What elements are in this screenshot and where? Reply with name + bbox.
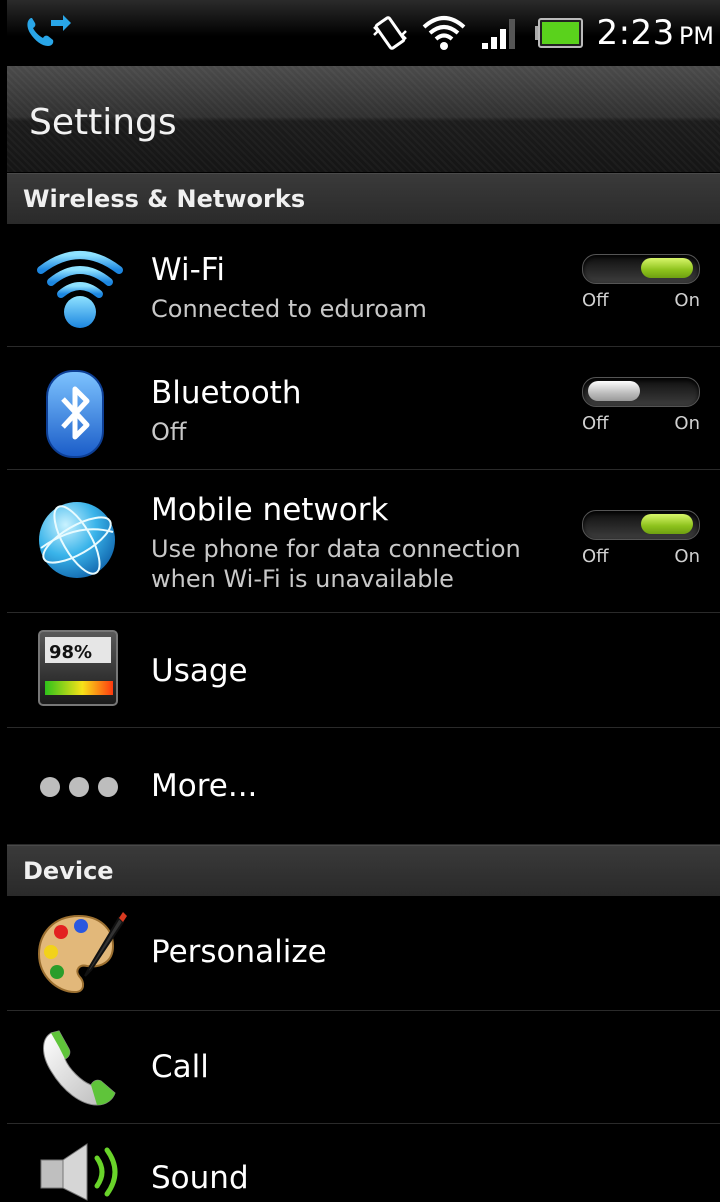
call-label: Call xyxy=(151,1049,209,1085)
vibrate-icon xyxy=(373,16,408,50)
cell-signal-icon xyxy=(482,19,516,49)
wifi-toggle[interactable]: Off On xyxy=(582,254,700,318)
toggle-on-label: On xyxy=(674,413,700,434)
usage-meter-icon: 98% xyxy=(38,630,118,706)
settings-screen: 2:23 PM Settings Wireless & Networks Wi-F… xyxy=(7,0,720,1202)
toggle-track xyxy=(582,510,700,540)
toggle-off-label: Off xyxy=(582,546,609,567)
toggle-on-label: On xyxy=(674,546,700,567)
settings-item-more[interactable]: More... xyxy=(7,728,720,845)
more-label: More... xyxy=(151,768,258,804)
toggle-on-label: On xyxy=(674,290,700,311)
status-icons: 2:23 PM xyxy=(358,10,714,56)
more-dots-icon xyxy=(40,777,118,797)
settings-item-sound[interactable]: Sound xyxy=(7,1124,720,1202)
toggle-off-label: Off xyxy=(582,290,609,311)
settings-item-personalize[interactable]: Personalize xyxy=(7,896,720,1011)
bluetooth-toggle[interactable]: Off On xyxy=(582,377,700,441)
usage-badge: 98% xyxy=(49,642,92,663)
page-title: Settings xyxy=(29,102,177,143)
globe-icon xyxy=(39,502,115,578)
clock: 2:23 PM xyxy=(596,13,714,53)
sound-label: Sound xyxy=(151,1160,249,1196)
toggle-track xyxy=(582,377,700,407)
wifi-signal-icon xyxy=(423,16,466,50)
section-title-wireless: Wireless & Networks xyxy=(23,185,306,213)
call-forward-icon xyxy=(27,15,71,46)
bluetooth-label: Bluetooth xyxy=(151,375,302,411)
clock-ampm: PM xyxy=(678,22,714,50)
clock-time: 2:23 xyxy=(596,13,675,53)
wifi-label: Wi-Fi xyxy=(151,252,225,288)
mobile-network-toggle[interactable]: Off On xyxy=(582,510,700,574)
settings-item-call[interactable]: Call xyxy=(7,1011,720,1124)
toggle-knob xyxy=(641,258,693,278)
toggle-knob xyxy=(588,381,640,401)
wifi-icon xyxy=(37,251,123,328)
speaker-icon xyxy=(40,1143,118,1201)
palette-icon xyxy=(37,912,127,994)
phone-icon xyxy=(43,1030,116,1106)
settings-item-usage[interactable]: 98% Usage xyxy=(7,613,720,728)
bluetooth-icon xyxy=(46,370,104,458)
wifi-status: Connected to eduroam xyxy=(151,295,427,323)
settings-item-bluetooth[interactable]: Bluetooth Off Off On xyxy=(7,347,720,470)
status-bar: 2:23 PM xyxy=(7,0,720,66)
toggle-track xyxy=(582,254,700,284)
toggle-knob xyxy=(641,514,693,534)
battery-icon xyxy=(535,18,584,48)
section-header-wireless: Wireless & Networks xyxy=(7,173,720,225)
section-title-device: Device xyxy=(23,857,114,885)
personalize-label: Personalize xyxy=(151,934,327,970)
mobile-network-label: Mobile network xyxy=(151,492,389,528)
usage-label: Usage xyxy=(151,653,248,689)
mobile-network-desc-line2: when Wi-Fi is unavailable xyxy=(151,565,454,593)
mobile-network-desc-line1: Use phone for data connection xyxy=(151,535,521,563)
bluetooth-status: Off xyxy=(151,418,187,446)
section-header-device: Device xyxy=(7,845,720,897)
title-bar: Settings xyxy=(7,66,720,173)
toggle-off-label: Off xyxy=(582,413,609,434)
settings-item-wifi[interactable]: Wi-Fi Connected to eduroam Off On xyxy=(7,224,720,347)
settings-item-mobile-network[interactable]: Mobile network Use phone for data connec… xyxy=(7,470,720,613)
